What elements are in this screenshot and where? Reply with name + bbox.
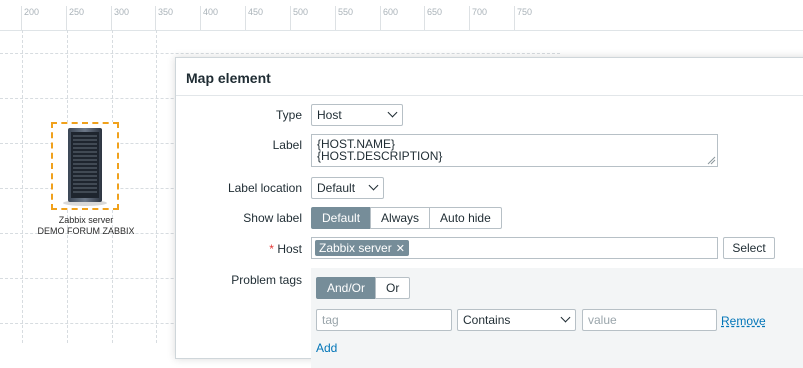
host-multiselect[interactable]: Zabbix server ✕ bbox=[311, 237, 718, 259]
horizontal-ruler: 200 250 300 350 400 450 500 550 600 650 … bbox=[0, 0, 803, 31]
ruler-tick: 400 bbox=[200, 6, 218, 30]
map-element-dialog: Map element Type Host Label {HOST.NAME} … bbox=[175, 57, 803, 368]
label-location-label: Label location bbox=[227, 181, 302, 195]
host-label-text: Host bbox=[277, 242, 302, 256]
tags-operator-or[interactable]: Or bbox=[375, 277, 411, 299]
title-divider bbox=[176, 95, 803, 96]
server-rack-icon bbox=[63, 128, 107, 206]
ruler-tick: 600 bbox=[380, 6, 398, 30]
ruler-tick: 250 bbox=[66, 6, 84, 30]
type-label: Type bbox=[275, 108, 302, 122]
label-field-label: Label bbox=[272, 138, 302, 152]
label-location-value: Default bbox=[317, 181, 356, 195]
ruler-tick: 450 bbox=[245, 6, 263, 30]
resize-grip-icon[interactable] bbox=[707, 156, 716, 165]
required-marker: * bbox=[269, 242, 274, 256]
host-chip: Zabbix server ✕ bbox=[315, 240, 409, 256]
grid-line bbox=[0, 53, 560, 54]
chevron-down-icon bbox=[560, 312, 571, 323]
show-label-label: Show label bbox=[243, 211, 302, 225]
show-label-always-option[interactable]: Always bbox=[370, 207, 431, 229]
ruler-tick: 300 bbox=[111, 6, 129, 30]
ruler-tick: 750 bbox=[514, 6, 532, 30]
tag-condition-select[interactable]: Contains bbox=[457, 309, 576, 331]
host-description-caption: DEMO FORUM ZABBIX bbox=[37, 226, 135, 236]
problem-tags-label: Problem tags bbox=[231, 273, 302, 287]
ruler-tick: 350 bbox=[155, 6, 173, 30]
show-label-toggle: Default Always Auto hide bbox=[311, 207, 502, 229]
show-label-autohide-option[interactable]: Auto hide bbox=[429, 207, 502, 229]
type-select-value: Host bbox=[317, 108, 342, 122]
host-label: * Host bbox=[269, 242, 302, 256]
tag-name-input[interactable]: tag bbox=[316, 309, 452, 331]
tag-value-input[interactable]: value bbox=[582, 309, 717, 331]
tags-operator-andor[interactable]: And/Or bbox=[316, 277, 377, 299]
host-name-caption: Zabbix server bbox=[58, 215, 114, 225]
show-label-default-option[interactable]: Default bbox=[311, 207, 372, 229]
label-text-line: {HOST.DESCRIPTION} bbox=[317, 149, 443, 163]
ruler-tick: 550 bbox=[335, 6, 353, 30]
host-chip-label: Zabbix server bbox=[319, 241, 392, 255]
grid-line bbox=[156, 30, 157, 343]
chevron-down-icon bbox=[387, 107, 398, 118]
ruler-tick: 650 bbox=[424, 6, 442, 30]
tag-condition-value: Contains bbox=[463, 313, 511, 327]
tags-operator-toggle: And/Or Or bbox=[316, 277, 411, 299]
label-textarea[interactable]: {HOST.NAME} {HOST.DESCRIPTION} bbox=[311, 134, 718, 167]
ruler-tick: 200 bbox=[21, 6, 39, 30]
remove-tag-link[interactable]: Remove bbox=[721, 314, 766, 328]
close-icon[interactable]: ✕ bbox=[396, 243, 405, 255]
ruler-tick: 500 bbox=[290, 6, 308, 30]
ruler-tick: 700 bbox=[469, 6, 487, 30]
dialog-title: Map element bbox=[186, 70, 271, 86]
chevron-down-icon bbox=[368, 180, 379, 191]
type-select[interactable]: Host bbox=[311, 104, 403, 126]
map-host-element[interactable] bbox=[51, 122, 119, 210]
grid-line bbox=[22, 30, 23, 343]
select-host-button[interactable]: Select bbox=[723, 237, 775, 259]
add-tag-link[interactable]: Add bbox=[316, 341, 337, 355]
label-location-select[interactable]: Default bbox=[311, 177, 384, 199]
